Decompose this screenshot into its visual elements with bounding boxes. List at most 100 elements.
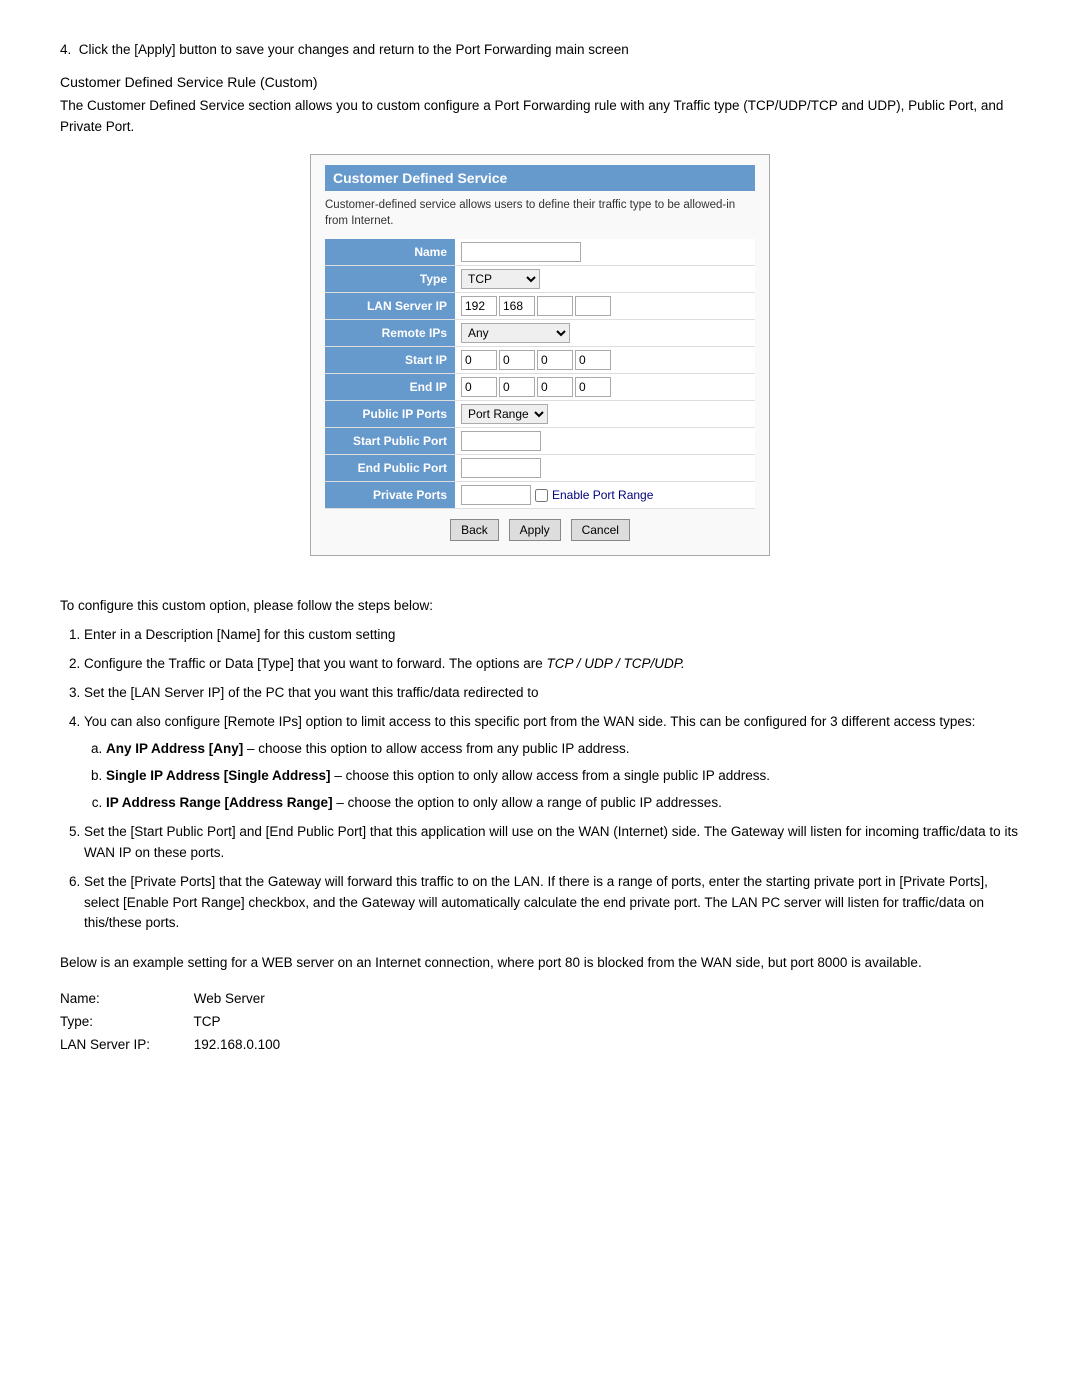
remote-ips-select[interactable]: Any Single Address Address Range (461, 323, 570, 343)
sub-step-c: IP Address Range [Address Range] – choos… (106, 793, 1020, 814)
end-ip-octet3[interactable] (537, 377, 573, 397)
step4-text: Click the [Apply] button to save your ch… (79, 42, 629, 57)
example-lan-label: LAN Server IP: (60, 1034, 190, 1057)
configure-intro: To configure this custom option, please … (60, 598, 1020, 613)
end-ip-octet4[interactable] (575, 377, 611, 397)
start-public-port-input[interactable] (461, 431, 541, 451)
public-ip-ports-label: Public IP Ports (325, 401, 455, 428)
lan-server-ip-cell (455, 293, 755, 320)
end-ip-cell (455, 374, 755, 401)
form-title: Customer Defined Service (325, 165, 755, 191)
lan-ip-octet3[interactable] (537, 296, 573, 316)
example-lan-value: 192.168.0.100 (194, 1037, 280, 1052)
intro-section: Customer Defined Service Rule (Custom) T… (60, 74, 1020, 138)
start-public-port-row: Start Public Port (325, 428, 755, 455)
end-ip-octet1[interactable] (461, 377, 497, 397)
name-row: Name (325, 239, 755, 266)
private-ports-label: Private Ports (325, 482, 455, 509)
lan-server-ip-label: LAN Server IP (325, 293, 455, 320)
remote-ips-row: Remote IPs Any Single Address Address Ra… (325, 320, 755, 347)
end-ip-group (461, 377, 749, 397)
end-public-port-cell (455, 455, 755, 482)
form-wrapper: Customer Defined Service Customer-define… (60, 154, 1020, 580)
start-ip-group (461, 350, 749, 370)
example-type-label: Type: (60, 1011, 190, 1034)
lan-ip-octet1[interactable] (461, 296, 497, 316)
end-public-port-row: End Public Port (325, 455, 755, 482)
type-select[interactable]: TCP UDP TCP/UDP (461, 269, 540, 289)
end-public-port-label: End Public Port (325, 455, 455, 482)
section-para: The Customer Defined Service section all… (60, 96, 1020, 138)
end-ip-octet2[interactable] (499, 377, 535, 397)
start-public-port-cell (455, 428, 755, 455)
example-name-value: Web Server (194, 991, 265, 1006)
enable-port-range-checkbox[interactable] (535, 489, 548, 502)
example-lan-row: LAN Server IP: 192.168.0.100 (60, 1034, 1020, 1057)
start-ip-row: Start IP (325, 347, 755, 374)
lan-ip-octet2[interactable] (499, 296, 535, 316)
start-ip-octet1[interactable] (461, 350, 497, 370)
end-public-port-input[interactable] (461, 458, 541, 478)
main-steps-list: Enter in a Description [Name] for this c… (60, 625, 1020, 934)
sub-step-a-text: – choose this option to allow access fro… (243, 741, 629, 756)
private-ports-group: Enable Port Range (461, 485, 749, 505)
end-ip-label: End IP (325, 374, 455, 401)
start-ip-label: Start IP (325, 347, 455, 374)
private-ports-cell: Enable Port Range (455, 482, 755, 509)
back-button[interactable]: Back (450, 519, 499, 541)
step6-text: Set the [Private Ports] that the Gateway… (84, 874, 988, 931)
sub-step-c-label: IP Address Range [Address Range] (106, 795, 333, 810)
form-buttons: Back Apply Cancel (325, 519, 755, 541)
remote-ips-label: Remote IPs (325, 320, 455, 347)
bottom-section: Below is an example setting for a WEB se… (60, 952, 1020, 1056)
form-desc: Customer-defined service allows users to… (325, 197, 755, 229)
step4-main-text: You can also configure [Remote IPs] opti… (84, 714, 975, 729)
name-label: Name (325, 239, 455, 266)
name-input[interactable] (461, 242, 581, 262)
apply-button[interactable]: Apply (509, 519, 561, 541)
sub-step-b-text: – choose this option to only allow acces… (331, 768, 771, 783)
example-name-label: Name: (60, 988, 190, 1011)
example-type-row: Type: TCP (60, 1011, 1020, 1034)
section-title: Customer Defined Service Rule (Custom) (60, 74, 1020, 90)
public-ip-ports-select[interactable]: Port Range Single Port (461, 404, 548, 424)
sub-step-a-label: Any IP Address [Any] (106, 741, 243, 756)
example-type-value: TCP (194, 1014, 221, 1029)
name-cell (455, 239, 755, 266)
enable-port-range-label: Enable Port Range (552, 488, 653, 502)
step2-item: Configure the Traffic or Data [Type] tha… (84, 654, 1020, 675)
step1-text: Enter in a Description [Name] for this c… (84, 627, 395, 642)
start-ip-octet3[interactable] (537, 350, 573, 370)
type-row: Type TCP UDP TCP/UDP (325, 266, 755, 293)
sub-step-b-label: Single IP Address [Single Address] (106, 768, 331, 783)
sub-step-c-text: – choose the option to only allow a rang… (333, 795, 722, 810)
customer-defined-service-form: Customer Defined Service Customer-define… (310, 154, 770, 556)
private-ports-row: Private Ports Enable Port Range (325, 482, 755, 509)
step5-item: Set the [Start Public Port] and [End Pub… (84, 822, 1020, 864)
start-public-port-label: Start Public Port (325, 428, 455, 455)
step3-item: Set the [LAN Server IP] of the PC that y… (84, 683, 1020, 704)
start-ip-octet2[interactable] (499, 350, 535, 370)
type-label: Type (325, 266, 455, 293)
step3-text: Set the [LAN Server IP] of the PC that y… (84, 685, 539, 700)
bottom-para: Below is an example setting for a WEB se… (60, 952, 1020, 974)
step5-text: Set the [Start Public Port] and [End Pub… (84, 824, 1018, 860)
lan-ip-group (461, 296, 749, 316)
step4-main-item: You can also configure [Remote IPs] opti… (84, 712, 1020, 814)
step2-italic: TCP / UDP / TCP/UDP. (547, 656, 685, 671)
example-block: Name: Web Server Type: TCP LAN Server IP… (60, 988, 1020, 1057)
private-ports-input[interactable] (461, 485, 531, 505)
lan-ip-octet4[interactable] (575, 296, 611, 316)
start-ip-octet4[interactable] (575, 350, 611, 370)
end-ip-row: End IP (325, 374, 755, 401)
step4-item: 4. Click the [Apply] button to save your… (60, 40, 1020, 60)
sub-steps-list: Any IP Address [Any] – choose this optio… (84, 739, 1020, 814)
form-table: Name Type TCP UDP TCP/UDP LAN Server IP (325, 239, 755, 509)
sub-step-b: Single IP Address [Single Address] – cho… (106, 766, 1020, 787)
lan-server-ip-row: LAN Server IP (325, 293, 755, 320)
cancel-button[interactable]: Cancel (571, 519, 630, 541)
step6-item: Set the [Private Ports] that the Gateway… (84, 872, 1020, 935)
type-cell: TCP UDP TCP/UDP (455, 266, 755, 293)
remote-ips-cell: Any Single Address Address Range (455, 320, 755, 347)
start-ip-cell (455, 347, 755, 374)
